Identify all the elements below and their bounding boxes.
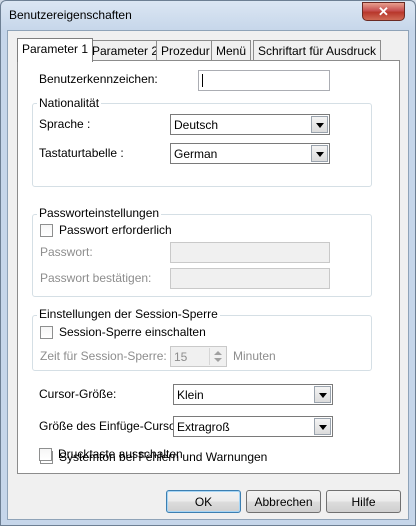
cursor-size-label: Cursor-Größe: [39, 387, 117, 401]
session-lock-label[interactable]: Session-Sperre einschalten [59, 325, 206, 339]
window-title: Benutzereigenschaften [9, 8, 132, 22]
print-key-label[interactable]: Drucktaste ausschalten [58, 447, 183, 461]
chevron-down-icon[interactable] [311, 116, 328, 133]
language-select[interactable]: Deutsch [170, 114, 330, 135]
password-label: Passwort: [40, 245, 93, 259]
chevron-down-icon[interactable] [311, 145, 328, 162]
insert-cursor-size-value: Extragroß [177, 420, 230, 434]
tab-parameter-1[interactable]: Parameter 1 [17, 38, 94, 62]
language-label: Sprache : [39, 117, 91, 131]
password-required-label[interactable]: Passwort erforderlich [59, 223, 172, 237]
spinner-buttons[interactable] [209, 348, 225, 365]
tab-schriftart[interactable]: Schriftart für Ausdruck [253, 40, 382, 60]
keyboard-label: Tastaturtabelle : [39, 146, 124, 160]
tab-menu[interactable]: Menü [211, 40, 252, 60]
chevron-down-icon[interactable] [314, 386, 331, 403]
tab-parameter-2[interactable]: Parameter 2 [87, 40, 164, 60]
password-input[interactable] [170, 242, 330, 263]
session-lock-legend: Einstellungen der Session-Sperre [37, 307, 220, 321]
tab-panel-parameter-1: Benutzerkennzeichen: Nationalität Sprach… [17, 60, 400, 474]
ok-button-label: OK [194, 494, 213, 509]
password-confirm-label: Passwort bestätigen: [40, 271, 152, 285]
session-lock-time-value: 15 [174, 350, 188, 364]
password-required-checkbox[interactable] [40, 224, 53, 237]
session-lock-time-label: Zeit für Session-Sperre: [40, 349, 167, 363]
ok-button[interactable]: OK [166, 490, 241, 513]
chevron-down-icon[interactable] [214, 358, 222, 362]
session-lock-time-unit: Minuten [233, 349, 276, 363]
cursor-size-select[interactable]: Klein [173, 384, 333, 405]
dialog-client-area: Parameter 1 Parameter 2 Prozedur Menü Sc… [7, 30, 409, 520]
tab-label: Parameter 2 [92, 44, 159, 58]
help-button[interactable]: Hilfe [326, 490, 401, 513]
session-lock-time-stepper[interactable]: 15 [170, 346, 227, 367]
tab-label: Prozedur [161, 44, 210, 58]
session-lock-checkbox[interactable] [40, 326, 53, 339]
password-confirm-input[interactable] [170, 268, 330, 289]
help-button-label: Hilfe [351, 494, 376, 509]
keyboard-select[interactable]: German [170, 143, 330, 164]
dialog-window: Benutzereigenschaften ✕ Parameter 1 Para… [0, 0, 416, 526]
chevron-up-icon[interactable] [214, 351, 222, 355]
print-key-checkbox[interactable] [39, 448, 52, 461]
password-legend: Passworteinstellungen [37, 206, 162, 220]
insert-cursor-size-label: Größe des Einfüge-Cursors: [39, 419, 190, 433]
tab-prozedur[interactable]: Prozedur [156, 40, 215, 60]
keyboard-value: German [174, 147, 218, 161]
cancel-button[interactable]: Abbrechen [246, 490, 321, 513]
cursor-size-value: Klein [177, 388, 204, 402]
title-bar[interactable]: Benutzereigenschaften ✕ [1, 1, 415, 31]
user-id-label: Benutzerkennzeichen: [39, 72, 158, 86]
tab-label: Schriftart für Ausdruck [258, 44, 377, 58]
insert-cursor-size-select[interactable]: Extragroß [173, 416, 333, 437]
user-id-input[interactable] [198, 70, 330, 91]
language-value: Deutsch [174, 118, 219, 132]
cancel-button-label: Abbrechen [254, 494, 313, 509]
nationality-legend: Nationalität [37, 96, 102, 110]
tab-label: Menü [216, 44, 247, 58]
close-icon: ✕ [378, 3, 389, 19]
chevron-down-icon[interactable] [314, 418, 331, 435]
tab-label: Parameter 1 [22, 42, 89, 56]
close-button[interactable]: ✕ [362, 2, 405, 21]
text-caret [202, 74, 203, 87]
